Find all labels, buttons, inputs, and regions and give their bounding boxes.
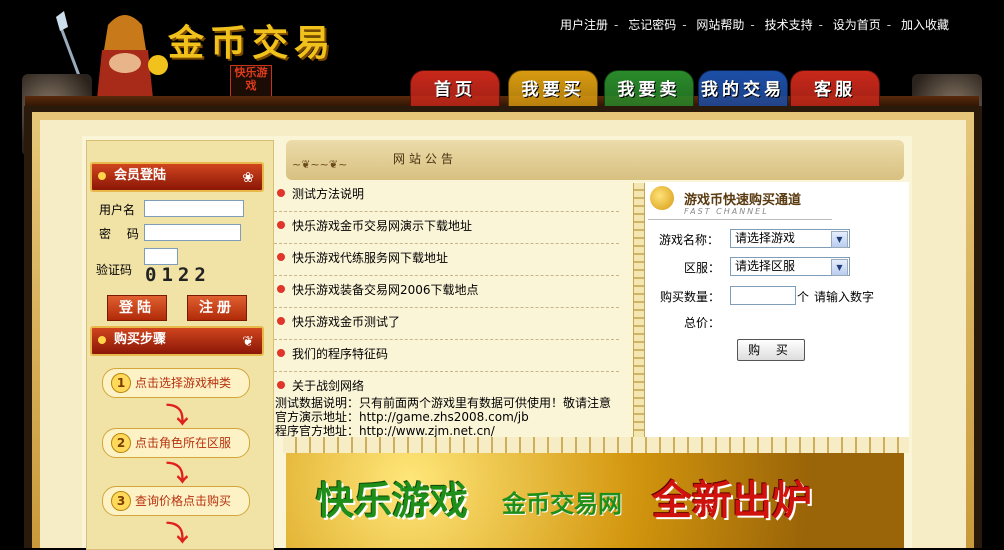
login-title: 会员登陆 — [114, 168, 167, 183]
down-arrow-icon: ⤵ — [166, 522, 189, 547]
tab-home[interactable]: 首页 — [410, 70, 500, 108]
link-forgot-password[interactable]: 忘记密码 — [628, 18, 676, 32]
step-number: 3 — [111, 491, 131, 511]
total-label: 总价： — [684, 316, 721, 330]
notice-link[interactable]: 测试方法说明 — [292, 185, 364, 202]
tab-customer-service[interactable]: 客服 — [790, 70, 880, 108]
separator: - — [886, 18, 892, 32]
step-item: 2 点击角色所在区服 — [102, 428, 250, 458]
quick-buy-panel — [645, 182, 909, 440]
notice-link[interactable]: 快乐游戏装备交易网2006下载地点 — [292, 281, 479, 298]
leaf-icon: ❦ — [242, 334, 254, 350]
chevron-down-icon: ▼ — [831, 231, 848, 248]
banner-new-text: 全新出炉 — [652, 477, 812, 524]
tab-sell[interactable]: 我要卖 — [604, 70, 694, 108]
dragon-icon: ❀ — [242, 170, 254, 186]
link-set-homepage[interactable]: 设为首页 — [833, 18, 881, 32]
notice-list: 测试方法说明 快乐游戏金币交易网演示下载地址 快乐游戏代练服务网下载地址 快乐游… — [274, 180, 619, 403]
notice-title: 网站公告 — [393, 152, 458, 166]
logo-title: 金币交易 — [168, 22, 337, 64]
step-number: 1 — [111, 373, 131, 393]
password-input[interactable] — [144, 224, 241, 241]
step-item: 1 点击选择游戏种类 — [102, 368, 250, 398]
step-text: 查询价格点击购买 — [135, 494, 232, 508]
login-button[interactable]: 登陆 — [107, 295, 167, 321]
quantity-label: 购买数量： — [660, 290, 721, 304]
quantity-unit: 个 — [797, 290, 810, 304]
bullet-icon — [277, 221, 285, 229]
down-arrow-icon: ⤵ — [166, 462, 189, 487]
game-select-value: 请选择游戏 — [735, 231, 796, 245]
bullet-icon — [277, 189, 285, 197]
quick-buy-subtitle: FAST CHANNEL — [684, 207, 769, 216]
down-arrow-icon: ⤵ — [166, 404, 189, 429]
game-label: 游戏名称： — [659, 233, 720, 247]
captcha-label: 验证码 — [96, 263, 133, 277]
username-label: 用户名 — [99, 203, 136, 217]
server-label: 区服： — [684, 261, 721, 275]
notice-link[interactable]: 快乐游戏金币测试了 — [292, 313, 400, 330]
bullet-icon — [277, 381, 285, 389]
scroll-ornament-icon: ~❦~~❦~ — [292, 158, 348, 171]
top-links: 用户注册 - 忘记密码 - 网站帮助 - 技术支持 - 设为首页 - 加入收藏 — [560, 16, 949, 33]
notice-note: 测试数据说明：只有前面两个游戏里有数据可供使用！敬请注意 官方演示地址：http… — [275, 396, 625, 438]
link-tech-support[interactable]: 技术支持 — [765, 18, 813, 32]
buy-button[interactable]: 购 买 — [737, 339, 805, 361]
separator: - — [818, 18, 823, 32]
login-header: 会员登陆 ❀ — [90, 162, 264, 192]
separator: - — [750, 18, 755, 32]
bullet-icon — [98, 336, 106, 344]
notice-link[interactable]: 快乐游戏代练服务网下载地址 — [292, 249, 448, 266]
separator: - — [682, 18, 687, 32]
quantity-input[interactable] — [730, 286, 796, 305]
notice-item: 测试方法说明 — [274, 180, 619, 212]
bullet-icon — [277, 285, 285, 293]
bullet-icon — [277, 317, 285, 325]
link-add-favorite[interactable]: 加入收藏 — [901, 18, 949, 32]
tab-my-trades[interactable]: 我的交易 — [698, 70, 788, 108]
magnifier-icon — [650, 186, 674, 210]
steps-title: 购买步骤 — [114, 332, 167, 347]
register-button[interactable]: 注册 — [187, 295, 247, 321]
steps-header: 购买步骤 ❦ — [90, 326, 264, 356]
link-register[interactable]: 用户注册 — [560, 18, 608, 32]
notice-item: 快乐游戏装备交易网2006下载地点 — [274, 276, 619, 308]
divider-line — [648, 219, 832, 220]
step-text: 点击角色所在区服 — [135, 436, 232, 450]
link-help[interactable]: 网站帮助 — [696, 18, 744, 32]
notice-item: 我们的程序特征码 — [274, 340, 619, 372]
step-item: 3 查询价格点击购买 — [102, 486, 250, 516]
bullet-icon — [277, 253, 285, 261]
server-select[interactable]: 请选择区服 ▼ — [730, 257, 850, 276]
banner-sub-text: 金币交易网 — [502, 489, 622, 518]
notice-link[interactable]: 快乐游戏金币交易网演示下载地址 — [292, 217, 472, 234]
notice-link[interactable]: 我们的程序特征码 — [292, 345, 388, 362]
server-select-value: 请选择区服 — [735, 259, 796, 273]
game-select[interactable]: 请选择游戏 ▼ — [730, 229, 850, 248]
logo-badge-text: 快乐游戏 — [234, 66, 268, 92]
bullet-icon — [277, 349, 285, 357]
notice-item: 快乐游戏金币测试了 — [274, 308, 619, 340]
captcha-image: 0122 — [145, 264, 211, 286]
separator: - — [614, 18, 619, 32]
note-line: 测试数据说明：只有前面两个游戏里有数据可供使用！敬请注意 — [275, 396, 612, 410]
tab-buy[interactable]: 我要买 — [508, 70, 598, 108]
banner-main-text: 快乐游戏 — [316, 478, 469, 523]
notice-link[interactable]: 关于战剑网络 — [292, 377, 364, 394]
note-line: 程序官方地址：http://www.zjm.net.cn/ — [275, 424, 495, 438]
notice-item: 快乐游戏代练服务网下载地址 — [274, 244, 619, 276]
chevron-down-icon: ▼ — [831, 259, 848, 276]
step-number: 2 — [111, 433, 131, 453]
password-label: 密 码 — [99, 227, 145, 241]
notice-item: 快乐游戏金币交易网演示下载地址 — [274, 212, 619, 244]
ornament-band — [283, 437, 909, 453]
column-divider — [633, 183, 645, 438]
note-line: 官方演示地址：http://game.zhs2008.com/jb — [275, 410, 529, 424]
step-text: 点击选择游戏种类 — [135, 376, 232, 390]
username-input[interactable] — [144, 200, 244, 217]
quick-buy-title: 游戏币快速购买通道 — [684, 193, 802, 208]
bullet-icon — [98, 172, 106, 180]
captcha-input[interactable] — [144, 248, 178, 265]
quantity-hint: 请输入数字 — [814, 290, 875, 304]
